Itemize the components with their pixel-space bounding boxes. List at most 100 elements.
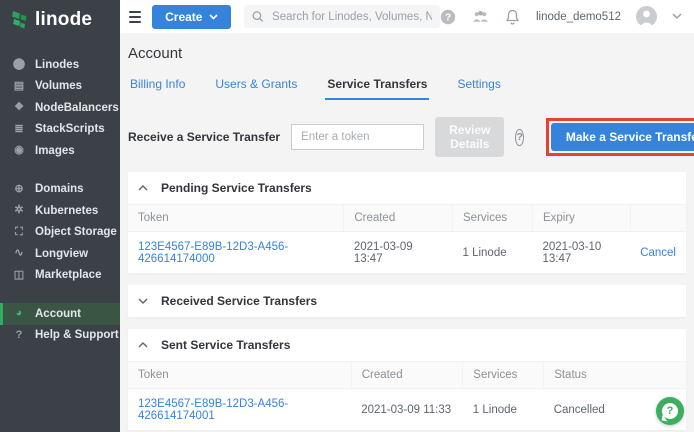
sidebar-item-kubernetes[interactable]: ✲ Kubernetes <box>0 200 120 222</box>
receive-transfer-label: Receive a Service Transfer <box>128 130 280 144</box>
sidebar-item-label: Object Storage <box>35 226 117 238</box>
review-details-button[interactable]: Review Details <box>435 117 504 157</box>
services-cell: 1 Linode <box>453 232 533 274</box>
services-cell: 1 Linode <box>463 389 544 431</box>
top-header: Create ? <box>120 0 694 33</box>
linode-icon: ⬤ <box>12 59 26 70</box>
received-panel-header[interactable]: Received Service Transfers <box>128 285 686 317</box>
column-created: Created <box>351 362 463 389</box>
header-actions: ? linode_demo512 <box>440 6 682 27</box>
sent-panel-header[interactable]: Sent Service Transfers <box>128 329 686 361</box>
longview-icon: ∿ <box>12 248 26 259</box>
sidebar-divider <box>0 286 120 303</box>
avatar[interactable] <box>636 6 657 27</box>
expiry-cell: 2021-03-10 13:47 <box>532 232 630 274</box>
table-header-row: Token Created Services Expiry <box>128 205 686 232</box>
sent-transfers-table: Token Created Services Status 123E4567-E… <box>128 361 686 430</box>
tab-users-grants[interactable]: Users & Grants <box>213 75 299 100</box>
linode-logo[interactable]: linode <box>0 0 120 32</box>
create-button[interactable]: Create <box>152 5 231 29</box>
avatar-person-icon <box>636 6 657 27</box>
sidebar-item-account[interactable]: ◕ Account <box>0 303 120 325</box>
object-storage-icon: ⛶ <box>12 227 26 238</box>
sidebar-item-domains[interactable]: ⊕ Domains <box>0 179 120 201</box>
receive-transfer-row: Receive a Service Transfer Review Detail… <box>128 117 686 157</box>
menu-icon[interactable] <box>129 11 141 23</box>
sidebar-item-label: Kubernetes <box>35 205 98 217</box>
pending-panel-header[interactable]: Pending Service Transfers <box>128 172 686 204</box>
global-search[interactable] <box>244 5 439 28</box>
chevron-up-icon <box>138 342 148 348</box>
images-icon: ◉ <box>12 145 26 156</box>
column-actions <box>630 205 686 232</box>
stackscripts-icon: ≣ <box>12 124 26 135</box>
sidebar-item-volumes[interactable]: ▤ Volumes <box>0 76 120 98</box>
column-services: Services <box>453 205 533 232</box>
linode-cloud-manager: linode ⬤ Linodes ▤ Volumes ❖ NodeBalance… <box>0 0 694 432</box>
sidebar-item-help-support[interactable]: ? Help & Support <box>0 325 120 347</box>
notifications-bell-icon[interactable] <box>504 8 521 25</box>
sidebar-item-linodes[interactable]: ⬤ Linodes <box>0 54 120 76</box>
marketplace-icon: ◫ <box>12 270 26 281</box>
tab-settings[interactable]: Settings <box>455 75 502 100</box>
cancel-link[interactable]: Cancel <box>640 247 676 259</box>
column-token: Token <box>128 362 351 389</box>
help-tooltip-icon[interactable]: ? <box>515 129 523 146</box>
username-label[interactable]: linode_demo512 <box>536 11 621 23</box>
sidebar-item-label: NodeBalancers <box>35 102 119 114</box>
column-services: Services <box>463 362 544 389</box>
sidebar-item-longview[interactable]: ∿ Longview <box>0 243 120 265</box>
svg-text:?: ? <box>445 12 451 23</box>
sidebar-item-label: Help & Support <box>35 329 119 341</box>
created-cell: 2021-03-09 13:47 <box>344 232 453 274</box>
column-status: Status <box>544 362 686 389</box>
logo-text: linode <box>35 9 92 31</box>
nodebalancer-icon: ❖ <box>12 102 26 113</box>
tab-billing-info[interactable]: Billing Info <box>128 75 187 100</box>
search-icon <box>252 10 264 23</box>
sidebar-item-label: Domains <box>35 183 84 195</box>
sidebar-item-label: Volumes <box>35 80 82 92</box>
sidebar-item-stackscripts[interactable]: ≣ StackScripts <box>0 119 120 141</box>
table-row: 123E4567-E89B-12D3-A456-426614174001 202… <box>128 389 686 431</box>
token-input[interactable] <box>291 124 424 150</box>
linode-logo-icon <box>11 10 29 30</box>
sidebar-item-label: Longview <box>35 248 88 260</box>
create-button-label: Create <box>165 10 202 24</box>
domains-icon: ⊕ <box>12 184 26 195</box>
token-link[interactable]: 123E4567-E89B-12D3-A456-426614174001 <box>138 398 288 422</box>
help-circle-icon[interactable]: ? <box>440 8 457 25</box>
pending-transfers-panel: Pending Service Transfers Token Created … <box>128 172 686 273</box>
column-created: Created <box>344 205 453 232</box>
annotation-highlight-box: Make a Service Transfer <box>546 118 694 156</box>
sidebar-item-images[interactable]: ◉ Images <box>0 140 120 162</box>
search-input[interactable] <box>272 11 432 23</box>
sidebar-item-label: Images <box>35 145 75 157</box>
token-link[interactable]: 123E4567-E89B-12D3-A456-426614174000 <box>138 241 288 265</box>
sidebar-divider <box>0 162 120 179</box>
community-icon[interactable] <box>472 8 489 25</box>
main-content: Account Billing Info Users & Grants Serv… <box>120 33 694 432</box>
chevron-up-icon <box>138 185 148 191</box>
page-title: Account <box>128 45 686 62</box>
sidebar-item-object-storage[interactable]: ⛶ Object Storage <box>0 222 120 244</box>
column-token: Token <box>128 205 344 232</box>
sidebar-nav: ⬤ Linodes ▤ Volumes ❖ NodeBalancers ≣ St… <box>0 54 120 346</box>
sidebar-item-nodebalancers[interactable]: ❖ NodeBalancers <box>0 97 120 119</box>
tab-service-transfers[interactable]: Service Transfers <box>325 75 429 100</box>
pending-transfers-table: Token Created Services Expiry 123E4567-E… <box>128 204 686 273</box>
account-tabs: Billing Info Users & Grants Service Tran… <box>128 75 686 100</box>
account-menu-chevron-icon[interactable] <box>672 13 682 20</box>
chat-bubble-question-icon: ? <box>662 403 678 419</box>
table-row: 123E4567-E89B-12D3-A456-426614174000 202… <box>128 232 686 274</box>
pending-panel-title: Pending Service Transfers <box>161 181 312 195</box>
make-service-transfer-button[interactable]: Make a Service Transfer <box>551 123 694 151</box>
help-fab-button[interactable]: ? <box>656 397 684 425</box>
received-panel-title: Received Service Transfers <box>161 294 317 308</box>
created-cell: 2021-03-09 11:33 <box>351 389 463 431</box>
received-transfers-panel: Received Service Transfers <box>128 285 686 317</box>
kubernetes-icon: ✲ <box>12 205 26 216</box>
sidebar-item-marketplace[interactable]: ◫ Marketplace <box>0 265 120 287</box>
help-icon: ? <box>12 330 26 341</box>
table-header-row: Token Created Services Status <box>128 362 686 389</box>
